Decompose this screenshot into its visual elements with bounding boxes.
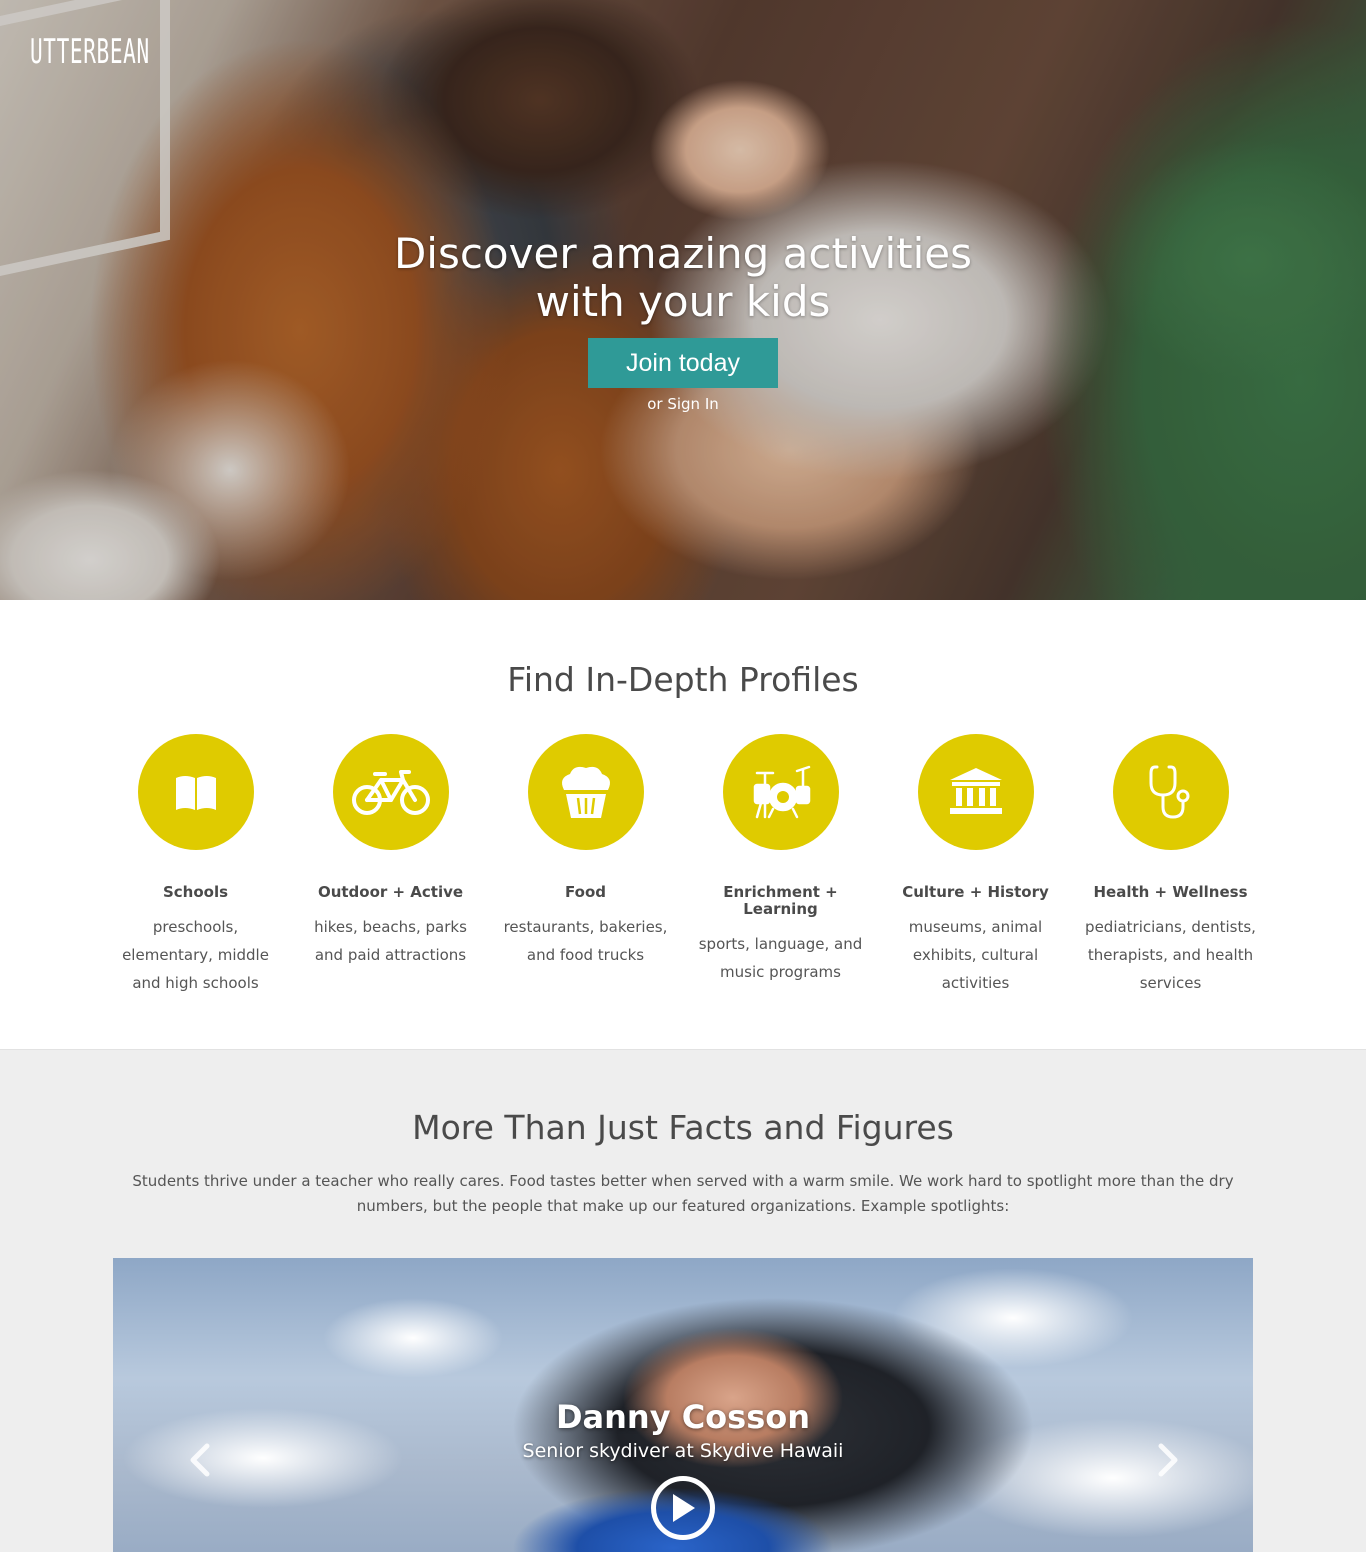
spotlight-role: Senior skydiver at Skydive Hawaii xyxy=(522,1440,844,1462)
facts-description: Students thrive under a teacher who real… xyxy=(132,1172,1234,1215)
sign-in-link[interactable]: or Sign In xyxy=(0,395,1366,413)
hero-title-line1: Discover amazing activities xyxy=(393,229,973,278)
carousel-next-arrow-icon[interactable] xyxy=(1153,1442,1183,1478)
book-icon xyxy=(137,734,254,850)
facts-title: More Than Just Facts and Figures xyxy=(412,1108,954,1147)
drum-kit-icon xyxy=(722,734,839,850)
category-description: museums, animal exhibits, cultural activ… xyxy=(908,918,1043,992)
category-name: Schools xyxy=(162,883,229,901)
logo-text: UTTERBEAN xyxy=(30,32,150,72)
category-name: Enrichment + Learning xyxy=(723,883,838,918)
play-video-button[interactable] xyxy=(651,1476,715,1540)
category-description: sports, language, and music programs xyxy=(698,935,863,981)
play-icon xyxy=(673,1494,695,1522)
category-enrichment-learning[interactable]: Enrichment + Learning sports, language, … xyxy=(683,734,878,997)
category-outdoor-active[interactable]: Outdoor + Active hikes, beachs, parks an… xyxy=(293,734,488,997)
spotlight-carousel[interactable]: Danny Cosson Senior skydiver at Skydive … xyxy=(113,1258,1253,1552)
hero-section: UTTERBEAN Discover amazing activities wi… xyxy=(0,0,1366,600)
hero-title: Discover amazing activities with your ki… xyxy=(0,230,1366,326)
butterbean-logo[interactable]: UTTERBEAN xyxy=(30,30,212,74)
stethoscope-icon xyxy=(1112,734,1229,850)
category-list: Schools preschools, elementary, middle a… xyxy=(98,734,1268,997)
category-name: Food xyxy=(565,883,606,901)
category-description: pediatricians, dentists, therapists, and… xyxy=(1085,918,1256,992)
facts-section: More Than Just Facts and Figures Student… xyxy=(0,1050,1366,1552)
profiles-section: Find In-Depth Profiles Schools preschool… xyxy=(0,600,1366,1050)
category-description: preschools, elementary, middle and high … xyxy=(122,918,269,992)
category-culture-history[interactable]: Culture + History museums, animal exhibi… xyxy=(878,734,1073,997)
spotlight-name: Danny Cosson xyxy=(555,1398,811,1436)
category-schools[interactable]: Schools preschools, elementary, middle a… xyxy=(98,734,293,997)
profiles-title: Find In-Depth Profiles xyxy=(507,660,859,699)
category-health-wellness[interactable]: Health + Wellness pediatricians, dentist… xyxy=(1073,734,1268,997)
category-name: Culture + History xyxy=(902,883,1049,901)
join-today-button[interactable]: Join today xyxy=(588,338,778,388)
category-food[interactable]: Food restaurants, bakeries, and food tru… xyxy=(488,734,683,997)
category-name: Health + Wellness xyxy=(1093,883,1248,901)
category-description: hikes, beachs, parks and paid attraction… xyxy=(314,918,467,964)
bicycle-icon xyxy=(332,734,449,850)
hero-content: Discover amazing activities with your ki… xyxy=(0,230,1366,414)
hero-title-line2: with your kids xyxy=(535,277,831,326)
cupcake-icon xyxy=(527,734,644,850)
category-description: restaurants, bakeries, and food trucks xyxy=(503,918,668,964)
carousel-prev-arrow-icon[interactable] xyxy=(185,1442,215,1478)
category-name: Outdoor + Active xyxy=(317,883,464,901)
museum-icon xyxy=(917,734,1034,850)
